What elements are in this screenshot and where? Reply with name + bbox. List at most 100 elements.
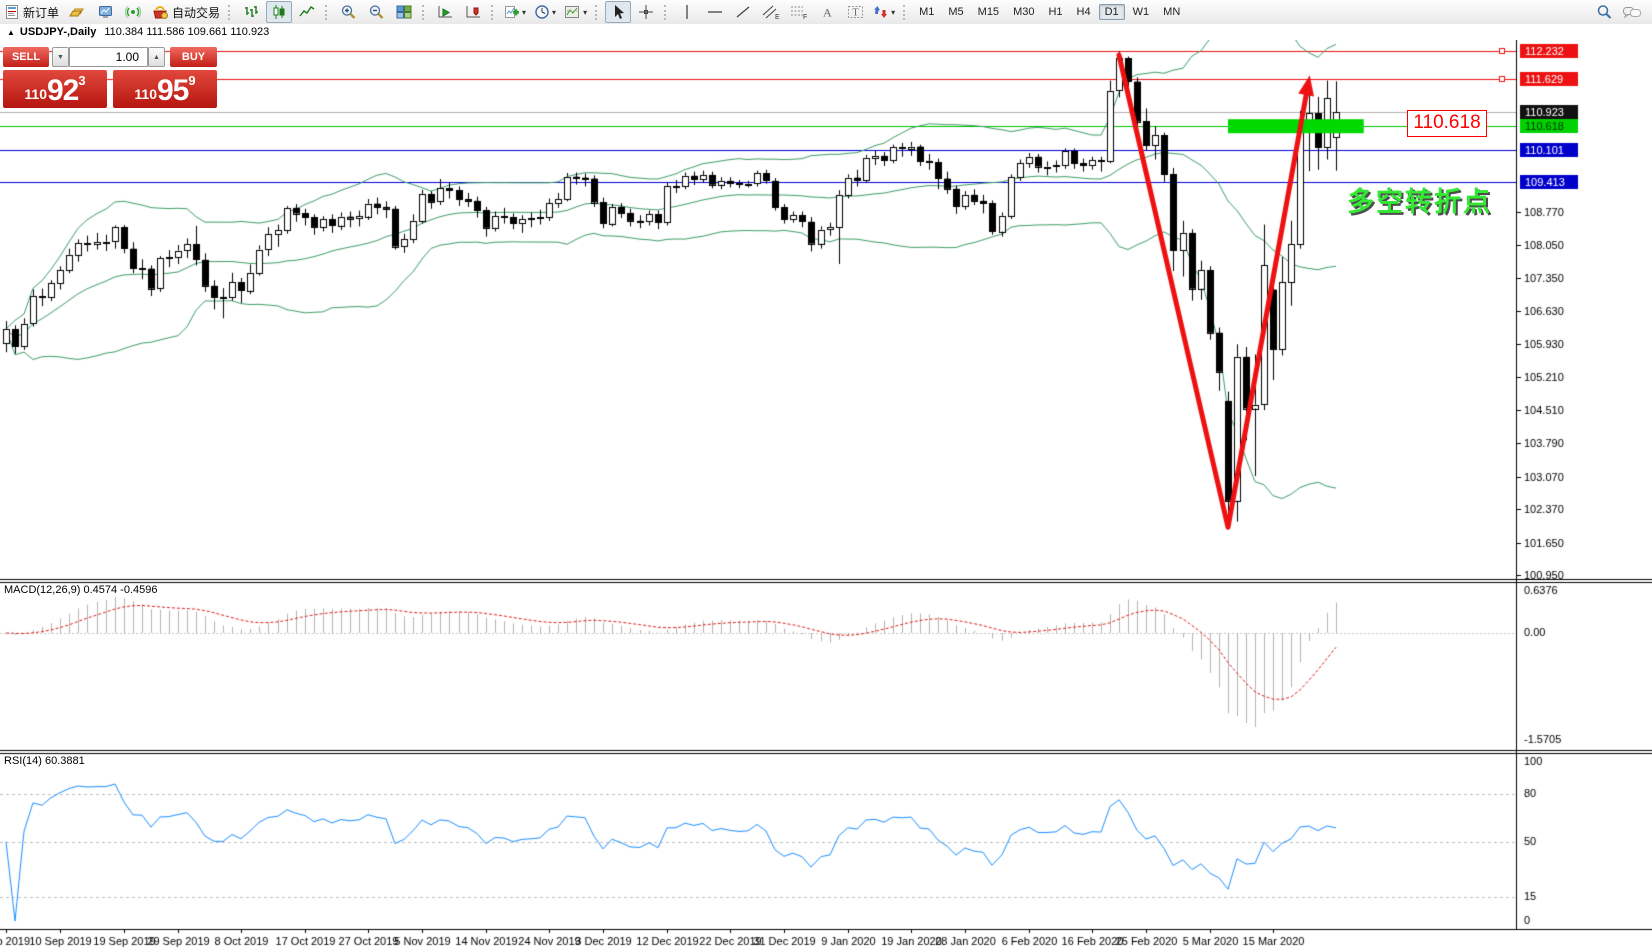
shapes-button[interactable]: ▾ bbox=[870, 1, 898, 23]
search-button[interactable] bbox=[1591, 1, 1617, 23]
toolbar-grip bbox=[325, 4, 329, 20]
cursor-button[interactable] bbox=[605, 1, 632, 23]
volume-decrease-button[interactable]: ▼ bbox=[52, 47, 69, 67]
new-order-label: 新订单 bbox=[23, 5, 60, 20]
bar-chart-icon bbox=[245, 6, 259, 17]
svg-text:F: F bbox=[803, 14, 807, 20]
buy-price-big: 95 bbox=[156, 74, 189, 107]
autotrade-label: 自动交易 bbox=[172, 5, 221, 20]
zoom-in-button[interactable] bbox=[335, 1, 361, 23]
chat-button[interactable] bbox=[1619, 1, 1645, 23]
chart-canvas[interactable] bbox=[0, 40, 1652, 949]
crosshair-button[interactable] bbox=[633, 1, 659, 23]
timeframe-button-H1[interactable]: H1 bbox=[1042, 4, 1068, 20]
text-icon: A bbox=[823, 6, 832, 20]
dropdown-caret-icon: ▾ bbox=[522, 7, 527, 17]
trendline-icon bbox=[736, 6, 750, 18]
toolbar-grip bbox=[491, 4, 495, 20]
horizontal-line-button[interactable] bbox=[702, 1, 728, 23]
sell-price-prefix: 110 bbox=[24, 86, 47, 102]
volume-input[interactable] bbox=[69, 47, 148, 67]
fibo-icon: F bbox=[791, 6, 807, 20]
timeframe-button-M1[interactable]: M1 bbox=[913, 4, 940, 20]
toolbar-grip bbox=[595, 4, 599, 20]
periods-icon bbox=[535, 5, 549, 19]
autoscroll-button[interactable] bbox=[432, 1, 458, 23]
terminal-icon bbox=[98, 6, 112, 18]
timeframe-button-M15[interactable]: M15 bbox=[972, 4, 1005, 20]
rsi-label: RSI(14) 60.3881 bbox=[4, 755, 85, 767]
line-chart-icon bbox=[299, 6, 315, 17]
indicators-icon bbox=[505, 6, 520, 18]
shapes-icon bbox=[874, 6, 888, 18]
toolbar-grip bbox=[664, 4, 668, 20]
text-label-button[interactable]: T bbox=[842, 1, 868, 23]
zoom-out-icon bbox=[369, 5, 383, 19]
macd-label: MACD(12,26,9) 0.4574 -0.4596 bbox=[4, 584, 158, 596]
cursor-icon bbox=[615, 5, 625, 19]
dropdown-caret-icon: ▾ bbox=[552, 7, 557, 17]
fib-level-label[interactable]: 110.618 bbox=[1407, 110, 1487, 137]
candlestick-icon bbox=[273, 5, 285, 19]
tile-windows-button[interactable] bbox=[391, 1, 417, 23]
chart-shift-icon bbox=[466, 6, 480, 18]
candlestick-button[interactable] bbox=[266, 1, 293, 23]
terminal-button[interactable] bbox=[92, 1, 118, 23]
templates-button[interactable]: ▾ bbox=[561, 1, 590, 23]
timeframe-button-M30[interactable]: M30 bbox=[1007, 4, 1040, 20]
dropdown-caret-icon: ▾ bbox=[891, 7, 896, 17]
timeframe-button-W1[interactable]: W1 bbox=[1127, 4, 1156, 20]
timeframe-button-D1[interactable]: D1 bbox=[1098, 4, 1125, 20]
periods-button[interactable]: ▾ bbox=[531, 1, 559, 23]
text-button[interactable]: A bbox=[814, 1, 840, 23]
dropdown-caret-icon: ▾ bbox=[583, 7, 588, 17]
sell-price-pip: 3 bbox=[78, 73, 86, 88]
toolbar-grip bbox=[422, 4, 426, 20]
tile-windows-icon bbox=[396, 5, 412, 19]
chat-icon bbox=[1623, 7, 1641, 19]
signals-button[interactable] bbox=[120, 1, 146, 23]
hline-icon bbox=[708, 11, 723, 13]
timeframe-button-M5[interactable]: M5 bbox=[942, 4, 969, 20]
fibonacci-button[interactable]: F bbox=[786, 1, 812, 23]
signals-icon bbox=[124, 6, 141, 18]
gold-button[interactable] bbox=[64, 1, 90, 23]
channel-icon: E bbox=[762, 5, 780, 20]
indicators-button[interactable]: ▾ bbox=[501, 1, 529, 23]
svg-text:A: A bbox=[823, 6, 832, 20]
buy-price-button[interactable]: 110 95 9 bbox=[113, 70, 217, 108]
crosshair-icon bbox=[639, 5, 654, 19]
timeframe-button-MN[interactable]: MN bbox=[1157, 4, 1186, 20]
new-order-button[interactable]: 新订单 bbox=[1, 1, 62, 23]
autoscroll-icon bbox=[438, 6, 452, 18]
sell-button[interactable]: SELL bbox=[3, 47, 49, 67]
chart-ohlc-values: 110.384 111.586 109.661 110.923 bbox=[104, 26, 270, 38]
vertical-line-button[interactable] bbox=[674, 1, 700, 23]
volume-increase-button[interactable]: ▲ bbox=[148, 47, 165, 67]
zoom-out-button[interactable] bbox=[363, 1, 389, 23]
one-click-trading-panel: SELL ▼ ▲ BUY 110923 110959 bbox=[3, 47, 217, 108]
search-icon bbox=[1597, 5, 1611, 19]
zoom-in-icon bbox=[341, 5, 355, 19]
svg-text:T: T bbox=[852, 8, 858, 19]
vline-icon bbox=[686, 5, 688, 19]
toolbar-grip bbox=[903, 4, 907, 20]
chart-symbol-title: USDJPY-,Daily bbox=[19, 26, 97, 38]
turning-point-label[interactable]: 多空转折点 bbox=[1347, 180, 1492, 219]
timeframe-group: M1 M5 M15 M30 H1 H4 D1 W1 MN bbox=[912, 4, 1187, 20]
buy-button[interactable]: BUY bbox=[170, 47, 217, 67]
timeframe-button-H4[interactable]: H4 bbox=[1071, 4, 1097, 20]
svg-text:E: E bbox=[775, 14, 780, 20]
sell-price-button[interactable]: 110 92 3 bbox=[3, 70, 107, 108]
sell-price-big: 92 bbox=[46, 74, 79, 107]
autotrade-button[interactable]: 自动交易 bbox=[148, 1, 223, 23]
text-label-icon: T bbox=[847, 6, 863, 19]
trendline-button[interactable] bbox=[730, 1, 756, 23]
collapse-icon[interactable]: ▲ bbox=[7, 28, 15, 37]
bar-chart-button[interactable] bbox=[238, 1, 264, 23]
channel-button[interactable]: E bbox=[758, 1, 784, 23]
chart-shift-button[interactable] bbox=[460, 1, 486, 23]
line-chart-button[interactable] bbox=[294, 1, 320, 23]
buy-price-pip: 9 bbox=[188, 73, 196, 88]
chart-title-row: ▲ USDJPY-,Daily 110.384 111.586 109.661 … bbox=[0, 24, 1652, 40]
